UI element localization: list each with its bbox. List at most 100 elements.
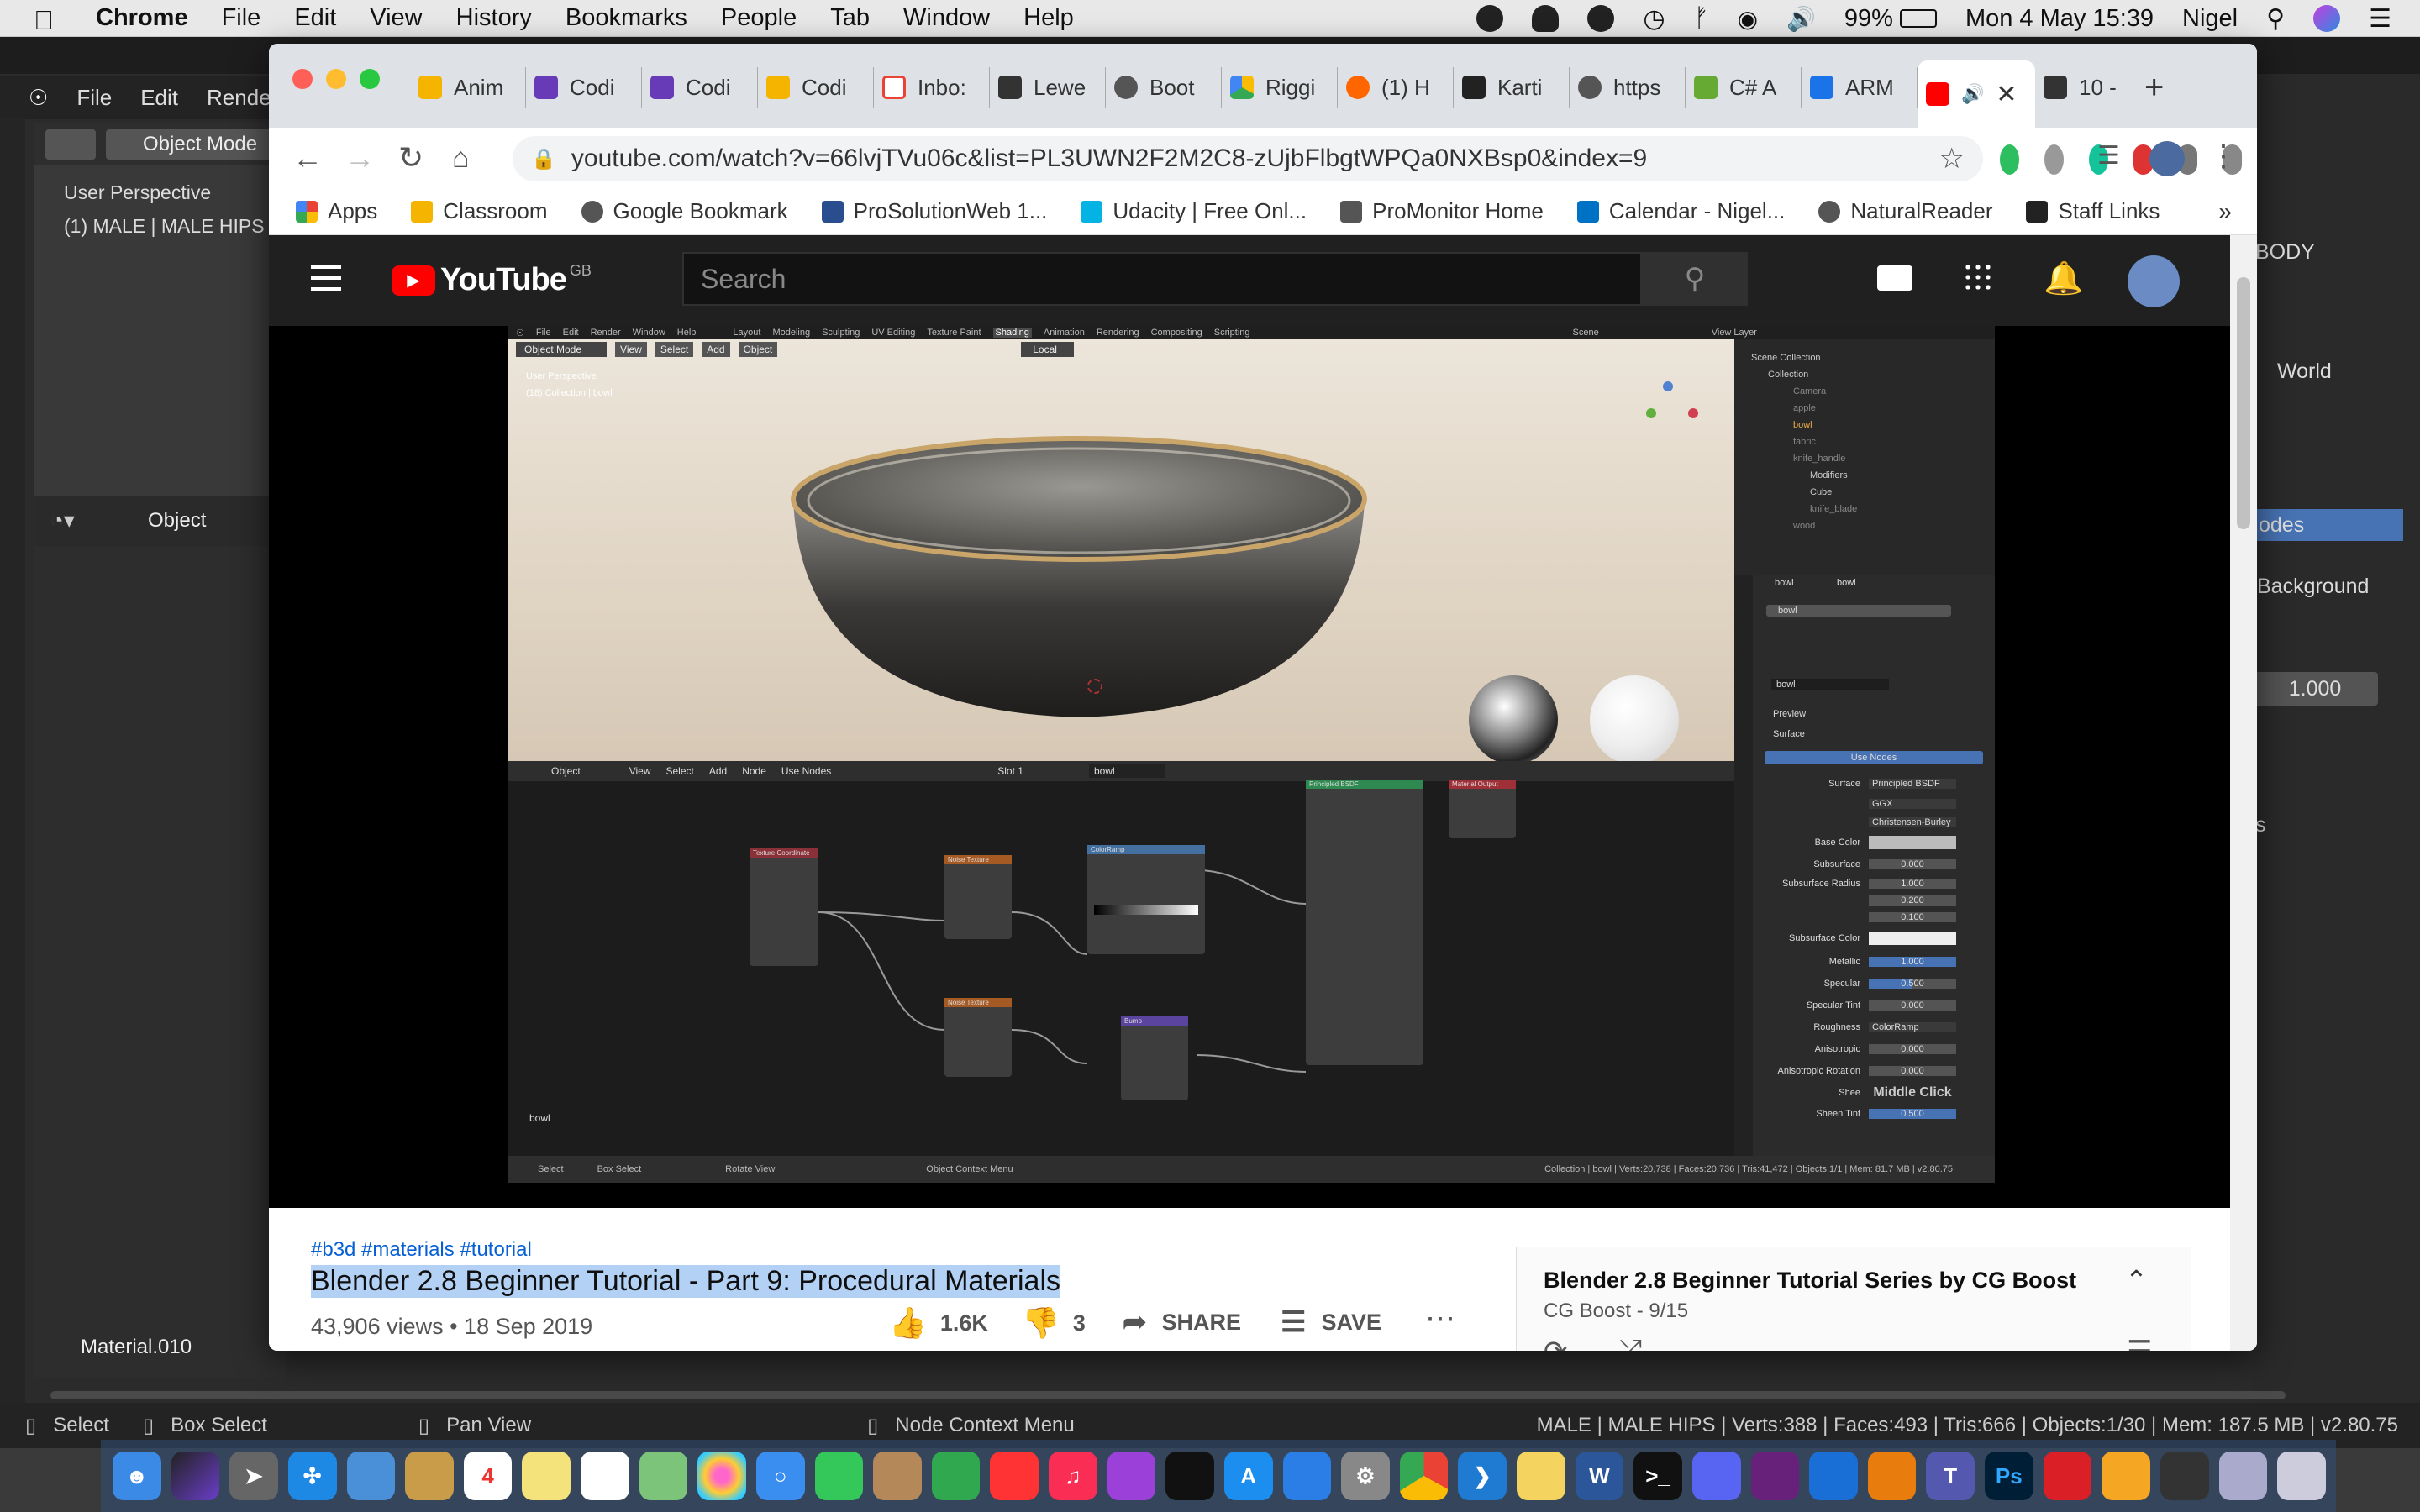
folder-icon[interactable]: [405, 1452, 454, 1500]
numbers-icon[interactable]: [931, 1452, 981, 1500]
tab-6[interactable]: Lewe: [990, 67, 1106, 108]
menu-edit[interactable]: Edit: [294, 4, 336, 32]
menu-window[interactable]: Window: [903, 4, 990, 32]
share-button[interactable]: ➦ SHARE: [1123, 1305, 1241, 1339]
tab-close-icon[interactable]: ✕: [1996, 80, 2017, 109]
strength-field[interactable]: 1.000: [2252, 672, 2378, 706]
creative-cloud-dock-icon[interactable]: [2043, 1452, 2092, 1500]
blender-menu-render[interactable]: Render: [207, 85, 278, 111]
battery-percent[interactable]: 99%: [1844, 5, 1893, 33]
photos-icon[interactable]: [697, 1452, 746, 1500]
editor-type-icon[interactable]: ◔▾: [50, 507, 92, 534]
media-controls-icon[interactable]: ☰: [2097, 141, 2120, 171]
tab-gmail[interactable]: Inbo:: [874, 67, 990, 108]
menu-app-name[interactable]: Chrome: [96, 4, 188, 32]
playlist-add-icon[interactable]: ☰: [2127, 1335, 2152, 1351]
bookmark-staff-links[interactable]: Staff Links: [2026, 198, 2160, 224]
chrome-menu-icon[interactable]: ⋮: [2208, 138, 2238, 173]
tab-3[interactable]: Codi: [642, 67, 758, 108]
lock-icon[interactable]: 🔒: [531, 147, 556, 171]
create-video-icon[interactable]: [1877, 265, 1912, 291]
dislike-button[interactable]: 👎 3: [1022, 1305, 1086, 1341]
new-tab-button[interactable]: +: [2144, 69, 2164, 107]
tab-1[interactable]: Anim: [410, 67, 526, 108]
hamburger-menu-icon[interactable]: [311, 265, 341, 291]
stickies-icon[interactable]: [1517, 1452, 1565, 1500]
calendar-icon[interactable]: 4: [463, 1452, 513, 1500]
apps-grid-icon[interactable]: [1963, 262, 1993, 292]
reload-icon[interactable]: ↻: [398, 140, 424, 176]
bluetooth-icon[interactable]: ᚠ: [1694, 4, 1709, 33]
menu-bookmarks[interactable]: Bookmarks: [566, 4, 687, 32]
facetime-icon[interactable]: [814, 1452, 864, 1500]
bookmark-star-icon[interactable]: ☆: [1939, 142, 1965, 176]
blender-mode-dropdown[interactable]: Object Mode: [106, 129, 286, 160]
transform-icon[interactable]: [45, 129, 96, 160]
video-frame[interactable]: ☉ File Edit Render Window Help Layout Mo…: [508, 326, 1995, 1183]
back-icon[interactable]: ←: [292, 140, 323, 176]
bookmark-google[interactable]: Google Bookmark: [581, 198, 788, 224]
shuffle-icon[interactable]: ⤮: [1619, 1335, 1642, 1351]
volume-icon[interactable]: 🔊: [1786, 5, 1816, 33]
music-icon[interactable]: ♫: [1049, 1452, 1097, 1500]
tab-13[interactable]: ARM: [1802, 67, 1918, 108]
blender-scrollbar[interactable]: [50, 1391, 2286, 1399]
word-icon[interactable]: W: [1575, 1452, 1624, 1500]
screen-icon[interactable]: [2160, 1452, 2209, 1500]
maps-icon[interactable]: [639, 1452, 688, 1500]
menu-people[interactable]: People: [721, 4, 797, 32]
playlist-title[interactable]: Blender 2.8 Beginner Tutorial Series by …: [1544, 1268, 2076, 1294]
tab-9[interactable]: (1) H: [1338, 67, 1454, 108]
downloads-icon[interactable]: [2218, 1452, 2268, 1500]
bookmark-udacity[interactable]: Udacity | Free Onl...: [1081, 198, 1307, 224]
url-text[interactable]: youtube.com/watch?v=66lvjTVu06c&list=PL3…: [571, 144, 1647, 173]
home-icon[interactable]: ⌂: [452, 142, 470, 175]
search-button[interactable]: ⚲: [1642, 252, 1748, 306]
settings-extension-icon[interactable]: [2044, 144, 2064, 175]
youtube-logo[interactable]: ▶ YouTube GB: [392, 262, 592, 298]
system-preferences-icon[interactable]: ⚙: [1341, 1452, 1390, 1500]
more-actions-icon[interactable]: ⋯: [1425, 1300, 1455, 1336]
bookmark-promonitor[interactable]: ProMonitor Home: [1340, 198, 1544, 224]
siri-icon[interactable]: [2313, 5, 2341, 32]
keynote-icon[interactable]: [1282, 1452, 1332, 1500]
bookmarks-overflow[interactable]: »: [2218, 198, 2232, 225]
bookmark-classroom[interactable]: Classroom: [411, 198, 548, 224]
battery-icon[interactable]: [1899, 9, 1937, 28]
xcode-icon[interactable]: [1809, 1452, 1858, 1500]
minimize-window-button[interactable]: [326, 69, 346, 89]
notification-center-icon[interactable]: ☰: [2369, 4, 2391, 34]
photoshop-icon[interactable]: Ps: [1985, 1452, 2033, 1500]
podcasts-icon[interactable]: [1107, 1452, 1156, 1500]
siri-dock-icon[interactable]: [171, 1452, 220, 1500]
collapse-chevron-icon[interactable]: ⌃: [2125, 1264, 2148, 1296]
wifi-icon[interactable]: ◉: [1738, 5, 1758, 33]
user-name[interactable]: Nigel: [2182, 5, 2238, 33]
zoom-window-button[interactable]: [360, 69, 380, 89]
launchpad-icon[interactable]: ➤: [229, 1452, 278, 1500]
chrome-dock-icon[interactable]: [1399, 1452, 1449, 1500]
bookmark-apps[interactable]: Apps: [296, 198, 377, 224]
tab-4[interactable]: Codi: [758, 67, 874, 108]
tab-12[interactable]: C# A: [1686, 67, 1802, 108]
discord-icon[interactable]: [1691, 1452, 1741, 1500]
youtube-search-input[interactable]: Search: [682, 252, 1642, 306]
menu-view[interactable]: View: [370, 4, 422, 32]
spotlight-icon[interactable]: ⚲: [2266, 4, 2285, 34]
address-bar[interactable]: 🔒 youtube.com/watch?v=66lvjTVu06c&list=P…: [513, 136, 1983, 181]
clock[interactable]: Mon 4 May 15:39: [1965, 5, 2154, 33]
tab-7[interactable]: Boot: [1106, 67, 1222, 108]
menu-history[interactable]: History: [456, 4, 532, 32]
messages-icon[interactable]: ○: [755, 1452, 805, 1500]
teams-icon[interactable]: T: [1926, 1452, 1975, 1500]
blender-node-area[interactable]: Material.010: [34, 546, 286, 1378]
finder-icon[interactable]: ☻: [113, 1452, 161, 1500]
bookmark-calendar[interactable]: Calendar - Nigel...: [1576, 198, 1785, 224]
save-button[interactable]: ☰ SAVE: [1281, 1305, 1381, 1339]
cloud-icon[interactable]: [1532, 5, 1560, 32]
time-machine-icon[interactable]: ◷: [1643, 4, 1665, 34]
terminal-icon[interactable]: >_: [1634, 1452, 1682, 1500]
menu-tab[interactable]: Tab: [830, 4, 870, 32]
menu-file[interactable]: File: [222, 4, 261, 32]
blender-menu-edit[interactable]: Edit: [140, 85, 178, 111]
